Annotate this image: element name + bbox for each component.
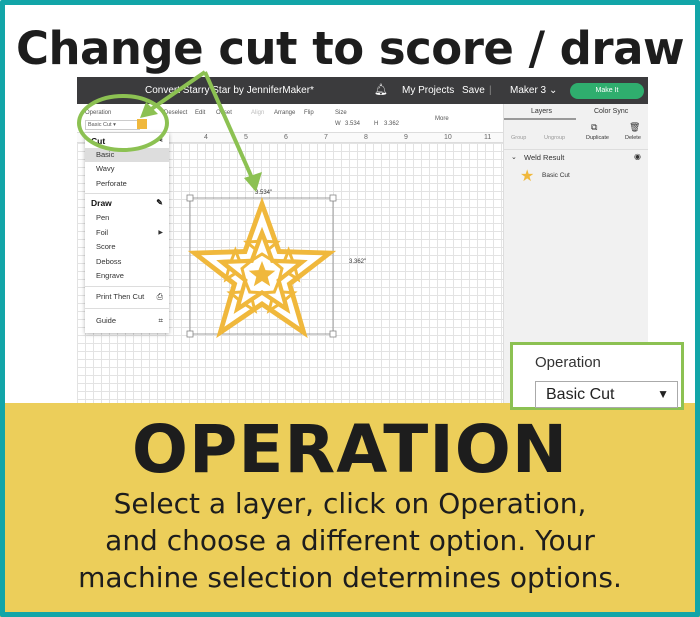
project-title: Convert Starry Star by JenniferMaker* xyxy=(145,85,314,96)
star-design xyxy=(187,197,337,339)
deselect-button[interactable]: Deselect xyxy=(164,110,187,116)
width-input[interactable]: 3.534 xyxy=(345,121,360,127)
menu-item-deboss[interactable]: Deboss xyxy=(85,255,169,269)
ruler-tick: 5 xyxy=(244,134,248,141)
my-projects-link[interactable]: My Projects xyxy=(402,85,454,96)
menu-item-perforate[interactable]: Perforate xyxy=(85,177,169,191)
ruler-tick: 9 xyxy=(404,134,408,141)
tab-layers[interactable]: Layers xyxy=(531,108,552,115)
make-it-button[interactable]: Make It xyxy=(570,83,644,99)
flip-button[interactable]: Flip xyxy=(304,110,314,116)
menu-item-basic[interactable]: Basic xyxy=(85,148,169,162)
size-label: Size xyxy=(335,110,347,116)
delete-button[interactable]: Delete xyxy=(625,135,641,141)
layer-basic-cut[interactable]: Basic Cut xyxy=(542,172,570,179)
menu-item-score[interactable]: Score xyxy=(85,240,169,254)
height-dimension: 3.362" xyxy=(349,259,367,265)
chevron-right-icon: ▶ xyxy=(158,230,163,236)
banner-title: OPERATION xyxy=(131,411,569,488)
menu-item-print-then-cut[interactable]: Print Then Cut ⎙ xyxy=(85,290,169,304)
menu-header-draw: Draw ✎ xyxy=(91,198,163,208)
operation-dropdown-menu: Cut ✂ Basic Wavy Perforate Draw ✎ Pen Foil… xyxy=(85,133,169,333)
menu-item-engrave[interactable]: Engrave xyxy=(85,269,169,283)
more-button[interactable]: More xyxy=(435,116,449,122)
height-input[interactable]: 3.362 xyxy=(384,121,399,127)
trash-icon: 🗑︎ xyxy=(629,122,641,132)
printer-icon: ⎙ xyxy=(156,292,163,301)
ruler-tick: 4 xyxy=(204,134,208,141)
menu-item-foil[interactable]: Foil ▶ xyxy=(85,226,169,240)
operation-select[interactable]: Basic Cut ▾ xyxy=(85,120,140,130)
menu-item-guide[interactable]: Guide ⌗ xyxy=(85,314,169,328)
ruler-tick: 7 xyxy=(324,134,328,141)
top-bar: Convert Starry Star by JenniferMaker* 🔔︎… xyxy=(77,77,648,104)
width-dimension: 3.534" xyxy=(255,190,273,196)
operation-label: Operation xyxy=(85,110,112,116)
banner-text: Select a layer, click on Operation, and c… xyxy=(78,487,622,594)
toolbar: Operation Basic Cut ▾ Deselect Edit Offs… xyxy=(77,104,503,133)
tab-color-sync[interactable]: Color Sync xyxy=(594,108,628,115)
group-button[interactable]: Group xyxy=(511,135,526,141)
scissors-icon: ✂ xyxy=(156,136,163,145)
chevron-down-icon: ⌄ xyxy=(511,154,517,161)
arrange-button[interactable]: Arrange xyxy=(274,110,295,116)
ruler-tick: 8 xyxy=(364,134,368,141)
menu-header-cut: Cut ✂ xyxy=(91,136,163,146)
menu-item-wavy[interactable]: Wavy xyxy=(85,162,169,176)
duplicate-icon: ⧉ xyxy=(591,122,598,132)
triangle-down-icon: ▼ xyxy=(657,387,669,401)
align-button[interactable]: Align xyxy=(251,110,264,116)
chevron-down-icon: ⌄ xyxy=(549,85,558,96)
machine-select[interactable]: Maker 3 xyxy=(510,85,546,96)
ungroup-button[interactable]: Ungroup xyxy=(544,135,565,141)
info-banner: OPERATION Select a layer, click on Opera… xyxy=(0,403,700,617)
edit-button[interactable]: Edit xyxy=(195,110,205,116)
offset-button[interactable]: Offset xyxy=(216,110,232,116)
menu-item-pen[interactable]: Pen xyxy=(85,211,169,225)
operation-select-enlarged[interactable]: Basic Cut ▼ xyxy=(535,381,678,408)
eye-icon[interactable]: ◉ xyxy=(634,152,641,161)
ruler-tick: 10 xyxy=(444,134,452,141)
ruler-tick: 11 xyxy=(484,134,492,141)
weld-result-group[interactable]: Weld Result xyxy=(524,153,564,162)
pen-icon: ✎ xyxy=(156,198,163,207)
headline: Change cut to score / draw xyxy=(15,22,685,75)
star-thumbnail-icon: ★ xyxy=(520,168,535,185)
operation-callout: Operation Basic Cut ▼ xyxy=(510,342,684,410)
bell-icon[interactable]: 🔔︎ xyxy=(374,83,388,96)
duplicate-button[interactable]: Duplicate xyxy=(586,135,609,141)
save-button[interactable]: Save xyxy=(462,85,485,96)
ruler-tick: 6 xyxy=(284,134,288,141)
guide-icon: ⌗ xyxy=(158,316,163,325)
color-swatch[interactable] xyxy=(137,119,147,129)
